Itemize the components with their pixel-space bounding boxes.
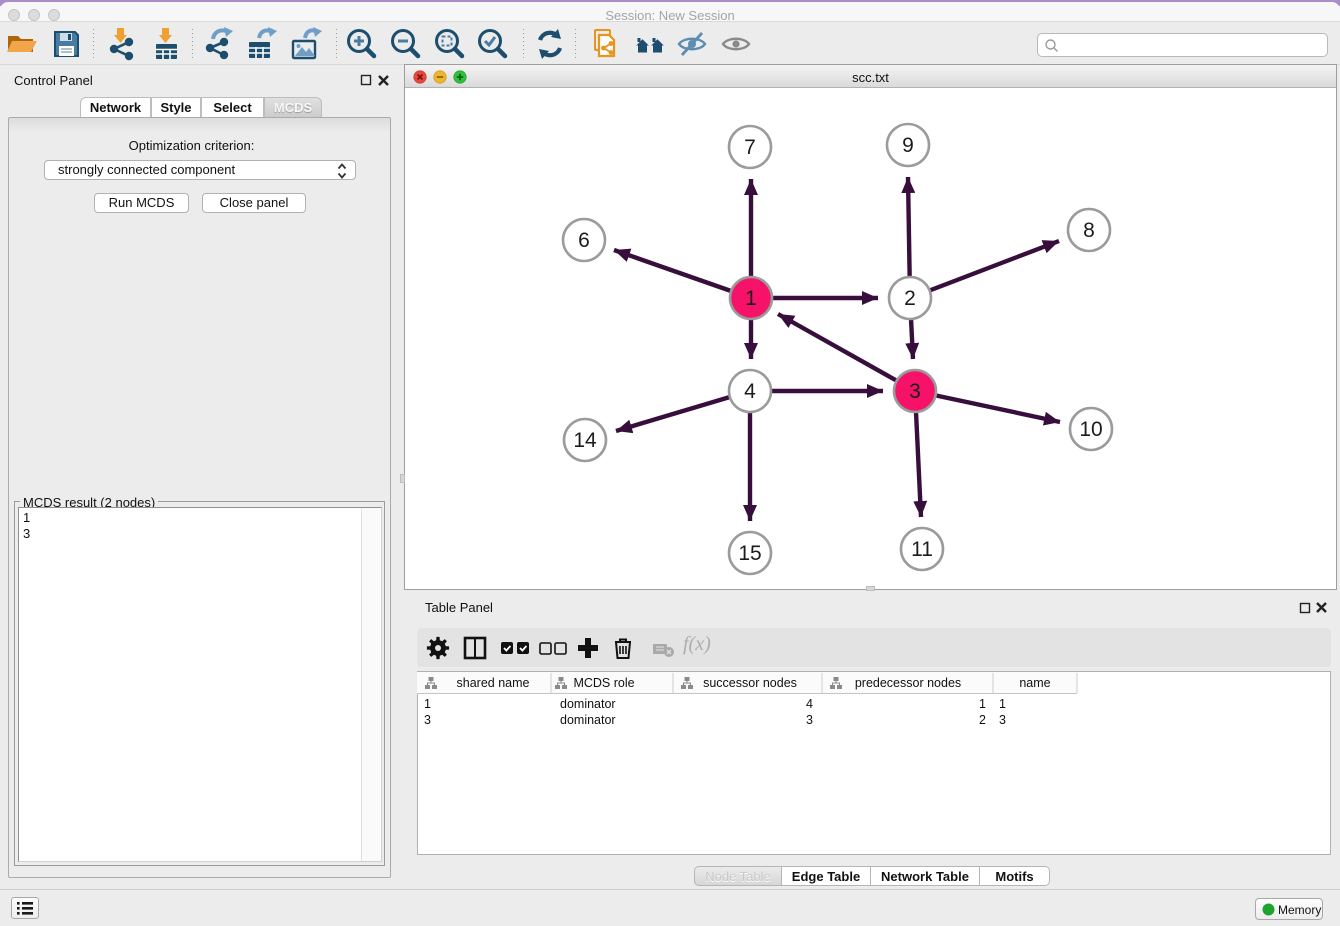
svg-text:successor nodes: successor nodes	[703, 676, 797, 690]
svg-text:9: 9	[902, 134, 914, 157]
svg-text:4: 4	[744, 380, 756, 403]
svg-text:3: 3	[909, 380, 921, 403]
svg-text:2: 2	[904, 287, 916, 310]
svg-text:11: 11	[911, 538, 933, 561]
svg-text:7: 7	[744, 136, 756, 159]
svg-text:6: 6	[578, 229, 590, 252]
svg-text:MCDS role: MCDS role	[573, 676, 634, 690]
svg-text:15: 15	[738, 542, 761, 565]
svg-text:predecessor nodes: predecessor nodes	[855, 676, 961, 690]
svg-text:8: 8	[1083, 219, 1095, 242]
svg-text:1: 1	[745, 287, 757, 310]
svg-text:shared name: shared name	[457, 676, 530, 690]
svg-text:14: 14	[573, 429, 597, 452]
svg-text:10: 10	[1079, 418, 1102, 441]
svg-text:name: name	[1019, 676, 1050, 690]
